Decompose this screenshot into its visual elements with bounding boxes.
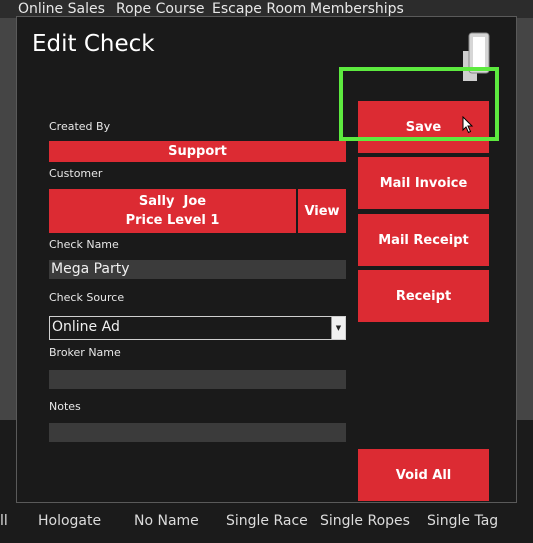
check-source-label: Check Source bbox=[49, 291, 125, 304]
dropdown-arrow-icon[interactable]: ▼ bbox=[331, 317, 345, 339]
check-source-select[interactable]: Online Ad ▼ bbox=[49, 316, 346, 340]
save-highlight-box bbox=[339, 67, 499, 141]
check-source-value: Online Ad bbox=[52, 319, 120, 335]
broker-name-label: Broker Name bbox=[49, 346, 121, 359]
bottom-item-single-ropes[interactable]: Single Ropes bbox=[320, 513, 410, 529]
mail-invoice-button[interactable]: Mail Invoice bbox=[358, 157, 489, 209]
tab-online-sales[interactable]: Online Sales bbox=[18, 1, 105, 17]
customer-button[interactable]: Sally Joe Price Level 1 bbox=[49, 189, 296, 233]
void-all-button[interactable]: Void All bbox=[358, 449, 489, 501]
customer-label: Customer bbox=[49, 167, 103, 180]
mouse-cursor-icon bbox=[462, 116, 474, 134]
bottom-item-single-tag[interactable]: Single Tag bbox=[427, 513, 498, 529]
dialog-title: Edit Check bbox=[32, 31, 155, 57]
created-by-label: Created By bbox=[49, 120, 111, 133]
bottom-item-hologate[interactable]: Hologate bbox=[38, 513, 101, 529]
tab-escape-room[interactable]: Escape Room bbox=[212, 1, 306, 17]
tab-rope-course[interactable]: Rope Course bbox=[116, 1, 205, 17]
tab-memberships[interactable]: Memberships bbox=[310, 1, 404, 17]
mail-receipt-button[interactable]: Mail Receipt bbox=[358, 214, 489, 266]
created-by-value: Support bbox=[49, 141, 346, 162]
broker-name-field[interactable] bbox=[49, 370, 346, 389]
bottom-item-single-race[interactable]: Single Race bbox=[226, 513, 308, 529]
notes-label: Notes bbox=[49, 400, 81, 413]
notes-field[interactable] bbox=[49, 423, 346, 442]
receipt-button[interactable]: Receipt bbox=[358, 270, 489, 322]
bottom-item-no-name[interactable]: No Name bbox=[134, 513, 199, 529]
bottom-item-partial[interactable]: ll bbox=[0, 513, 8, 529]
check-name-field[interactable]: Mega Party bbox=[49, 260, 346, 279]
view-customer-button[interactable]: View bbox=[298, 189, 346, 233]
customer-name: Sally Joe bbox=[138, 194, 207, 209]
check-name-label: Check Name bbox=[49, 238, 119, 251]
customer-price-level: Price Level 1 bbox=[125, 213, 220, 228]
